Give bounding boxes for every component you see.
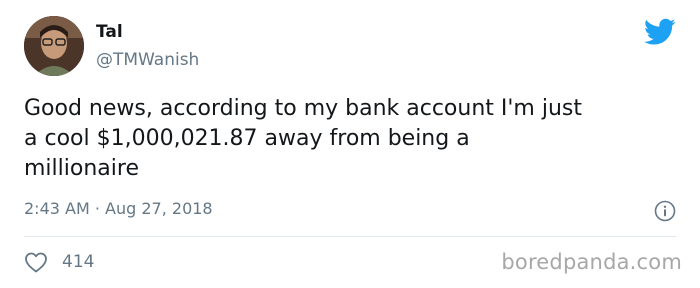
heart-icon[interactable] — [24, 251, 48, 273]
divider — [24, 236, 676, 237]
twitter-bird-icon[interactable] — [644, 18, 676, 46]
avatar[interactable] — [24, 16, 84, 76]
watermark: boredpanda.com — [501, 250, 682, 274]
info-icon[interactable] — [654, 200, 676, 222]
author-handle[interactable]: @TMWanish — [96, 50, 199, 70]
tweet-timestamp[interactable]: 2:43 AM · Aug 27, 2018 — [24, 199, 213, 218]
author-display-name[interactable]: Tal — [96, 22, 123, 42]
like-count: 414 — [62, 252, 95, 272]
tweet-text: Good news, according to my bank account … — [24, 96, 583, 181]
